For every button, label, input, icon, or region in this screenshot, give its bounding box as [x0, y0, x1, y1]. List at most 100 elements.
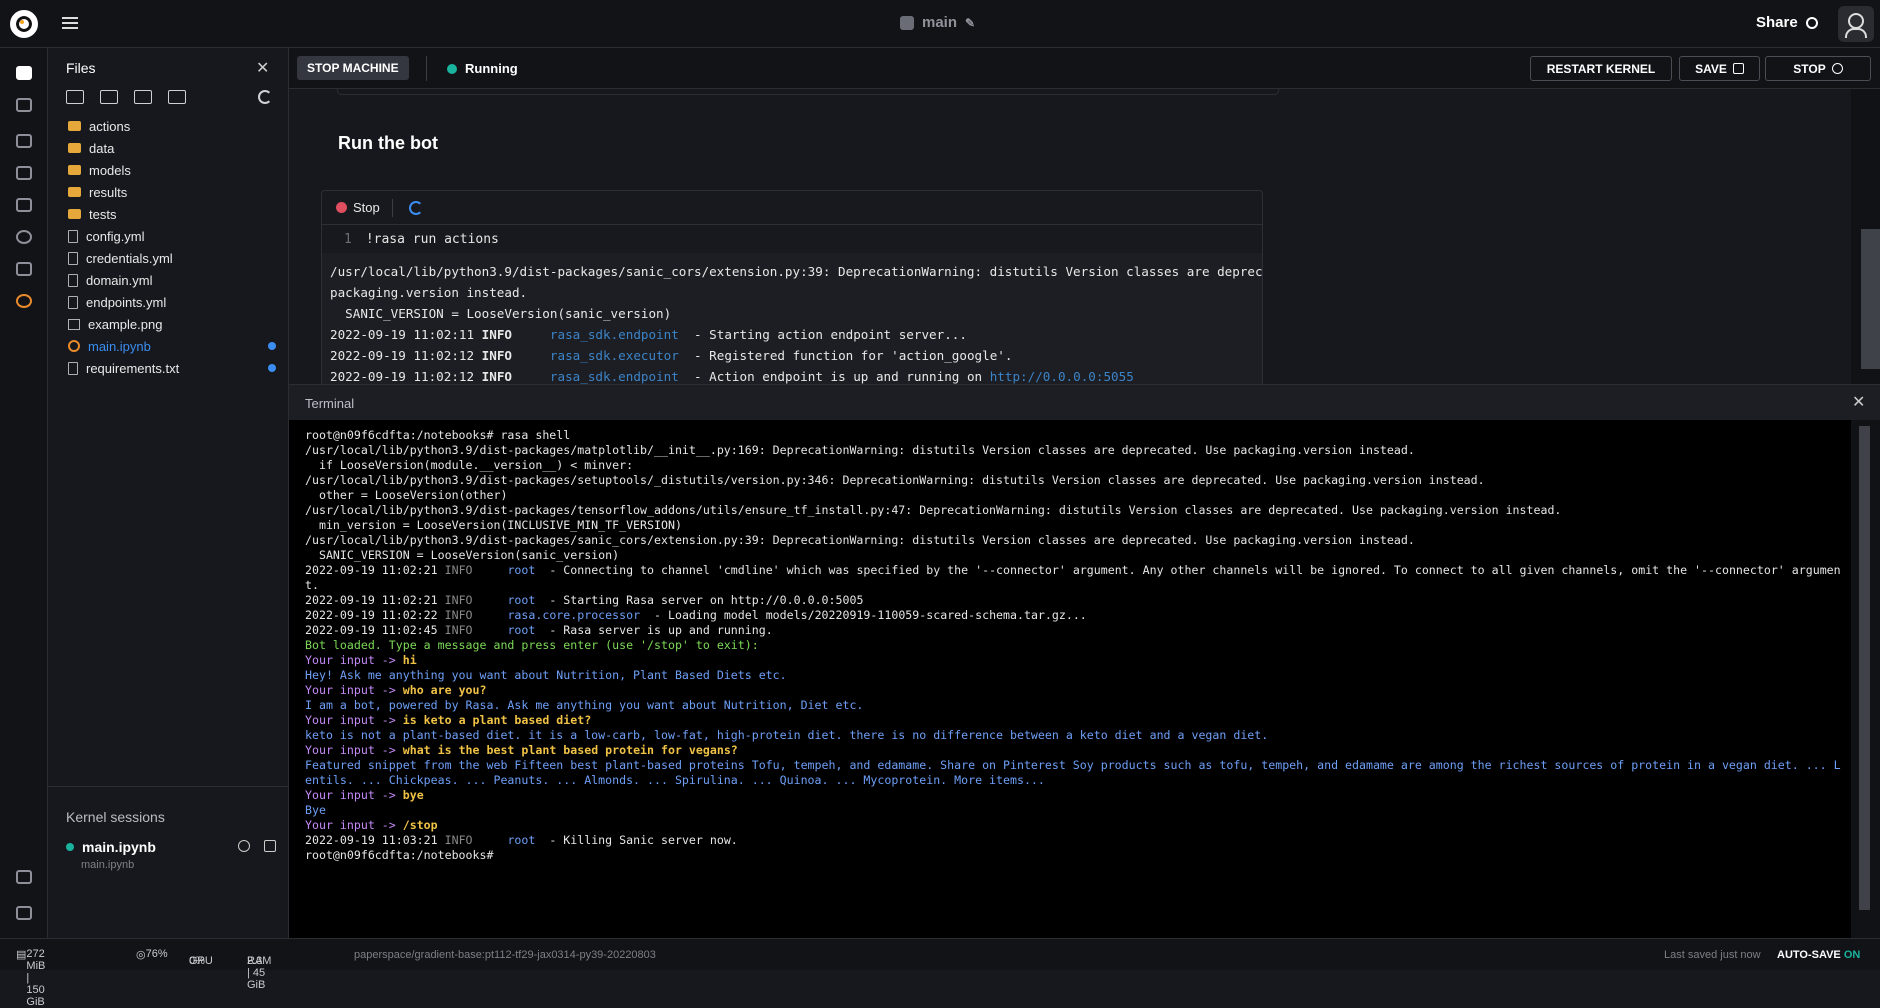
terminal-line: Your input -> bye	[305, 788, 424, 802]
tree-item[interactable]: credentials.yml	[68, 247, 288, 269]
files-panel: Files ✕ actions data models results test…	[48, 48, 289, 938]
tree-item[interactable]: domain.yml	[68, 269, 288, 291]
stop-button[interactable]: STOP	[1765, 56, 1871, 81]
menu-icon[interactable]	[62, 14, 78, 32]
notebook-content: Run the bot Stop 1 !rasa run actions /us…	[289, 89, 1880, 384]
kernel-sessions-title: Kernel sessions	[66, 809, 165, 825]
tree-item[interactable]: requirements.txt	[68, 357, 288, 379]
code-cell[interactable]: Stop 1 !rasa run actions /usr/local/lib/…	[321, 190, 1263, 384]
new-file-icon[interactable]	[66, 90, 84, 104]
terminal-header: Terminal ✕	[289, 384, 1880, 420]
terminal-line: Bot loaded. Type a message and press ent…	[305, 638, 759, 652]
kernel-session-item[interactable]: main.ipynb	[66, 839, 156, 855]
terminal-prompt[interactable]: root@n09f6cdfta:/notebooks#	[305, 848, 1880, 863]
restart-icon[interactable]	[238, 840, 250, 852]
last-saved: Last saved just now	[1664, 948, 1761, 961]
terminal-line: Hey! Ask me anything you want about Nutr…	[305, 668, 787, 682]
cell-editor[interactable]: 1 !rasa run actions	[322, 225, 1262, 253]
save-button[interactable]: SAVE	[1679, 56, 1760, 81]
output-line: 2022-09-19 11:02:12 INFO rasa_sdk.endpoi…	[330, 369, 1134, 384]
file-tree: actions data models results tests config…	[68, 115, 288, 379]
close-icon[interactable]: ✕	[256, 58, 269, 78]
tree-item[interactable]: config.yml	[68, 225, 288, 247]
tree-item[interactable]: results	[68, 181, 288, 203]
markdown-heading: Run the bot	[338, 133, 438, 153]
vscode-icon[interactable]	[16, 262, 32, 276]
notebook-scrollbar[interactable]	[1851, 89, 1880, 384]
chip-icon[interactable]	[16, 98, 32, 112]
activity-rail	[0, 48, 48, 938]
cpu-usage: ◎ 76%	[136, 948, 168, 961]
new-folder-icon[interactable]	[100, 90, 118, 104]
folder-icon	[68, 143, 81, 153]
terminal-icon[interactable]	[16, 198, 32, 212]
terminal-title: Terminal	[305, 396, 355, 411]
upload-icon[interactable]	[134, 90, 152, 104]
scrollbar-thumb[interactable]	[1859, 426, 1870, 910]
output-line: /usr/local/lib/python3.9/dist-packages/s…	[330, 264, 1263, 279]
tree-item[interactable]: endpoints.yml	[68, 291, 288, 313]
file-icon	[68, 361, 78, 375]
tree-item[interactable]: data	[68, 137, 288, 159]
file-icon	[68, 273, 78, 287]
output-line: 2022-09-19 11:02:11 INFO rasa_sdk.endpoi…	[330, 327, 967, 342]
globe-icon	[1805, 16, 1818, 29]
terminal-line: other = LooseVersion(other)	[305, 488, 508, 502]
notebook-title[interactable]: main ✎	[900, 14, 975, 31]
divider	[391, 198, 393, 217]
docs-icon[interactable]	[16, 870, 32, 884]
cell-output: /usr/local/lib/python3.9/dist-packages/s…	[322, 253, 1262, 384]
edit-icon[interactable]: ✎	[965, 16, 975, 30]
trash-icon[interactable]	[264, 840, 276, 852]
terminal-line: /usr/local/lib/python3.9/dist-packages/s…	[305, 473, 1485, 487]
terminal-line: /usr/local/lib/python3.9/dist-packages/m…	[305, 443, 1415, 457]
account-button[interactable]	[1838, 6, 1874, 42]
refresh-icon[interactable]	[258, 90, 272, 104]
tree-item-active[interactable]: main.ipynb	[68, 335, 288, 357]
clock-icon[interactable]	[16, 230, 32, 244]
divider	[426, 56, 427, 81]
autosave-toggle[interactable]: AUTO-SAVE ON	[1777, 949, 1860, 961]
tree-item[interactable]: actions	[68, 115, 288, 137]
tree-item[interactable]: tests	[68, 203, 288, 225]
terminal-line: SANIC_VERSION = LooseVersion(sanic_versi…	[305, 548, 620, 562]
chart-icon[interactable]	[16, 166, 32, 180]
settings-icon[interactable]	[16, 906, 32, 920]
app-logo[interactable]	[10, 10, 38, 38]
restart-kernel-button[interactable]: RESTART KERNEL	[1530, 56, 1672, 81]
terminal-line: Your input -> /stop	[305, 818, 438, 832]
files-toolbar	[66, 90, 186, 104]
layers-icon[interactable]	[16, 134, 32, 148]
share-button[interactable]: Share	[1756, 14, 1818, 31]
files-icon[interactable]	[16, 66, 32, 80]
machine-status: Running	[447, 61, 518, 76]
tree-item[interactable]: example.png	[68, 313, 288, 335]
close-icon[interactable]: ✕	[1852, 392, 1865, 412]
notebook-toolbar: STOP MACHINE Running RESTART KERNEL SAVE…	[289, 48, 1880, 89]
terminal-line: 2022-09-19 11:03:21 INFO root - Killing …	[305, 833, 738, 847]
user-icon	[900, 15, 914, 30]
unsaved-dot	[268, 364, 276, 372]
terminal-line: 2022-09-19 11:02:21 INFO root - Connecti…	[305, 563, 1841, 577]
jupyter-icon[interactable]	[16, 294, 32, 308]
output-line: 2022-09-19 11:02:12 INFO rasa_sdk.execut…	[330, 348, 1013, 363]
tree-item[interactable]: models	[68, 159, 288, 181]
kernel-sessions: Kernel sessions main.ipynb main.ipynb	[48, 786, 289, 936]
stop-icon	[1831, 63, 1843, 74]
download-folder-icon[interactable]	[168, 90, 186, 104]
terminal-line: Your input -> hi	[305, 653, 417, 667]
notebook-icon	[68, 340, 80, 352]
terminal-scrollbar[interactable]	[1851, 420, 1880, 938]
endpoint-link[interactable]: http://0.0.0.0:5055	[990, 369, 1134, 384]
terminal-line: 2022-09-19 11:02:22 INFO rasa.core.proce…	[305, 608, 1087, 622]
cell-stop-button[interactable]: Stop	[336, 200, 380, 215]
stop-machine-button[interactable]: STOP MACHINE	[297, 56, 409, 80]
folder-icon	[68, 165, 81, 175]
scrollbar-thumb[interactable]	[1861, 229, 1880, 369]
storage-usage: ▤ 272 MiB | 150 GiB	[16, 948, 46, 1008]
image-icon	[68, 318, 80, 330]
main-area: STOP MACHINE Running RESTART KERNEL SAVE…	[289, 48, 1880, 938]
terminal-line: entils. ... Chickpeas. ... Peanuts. ... …	[305, 773, 1045, 787]
terminal-line: Featured snippet from the web Fifteen be…	[305, 758, 1841, 772]
terminal-output[interactable]: root@n09f6cdfta:/notebooks# rasa shell/u…	[289, 420, 1880, 938]
